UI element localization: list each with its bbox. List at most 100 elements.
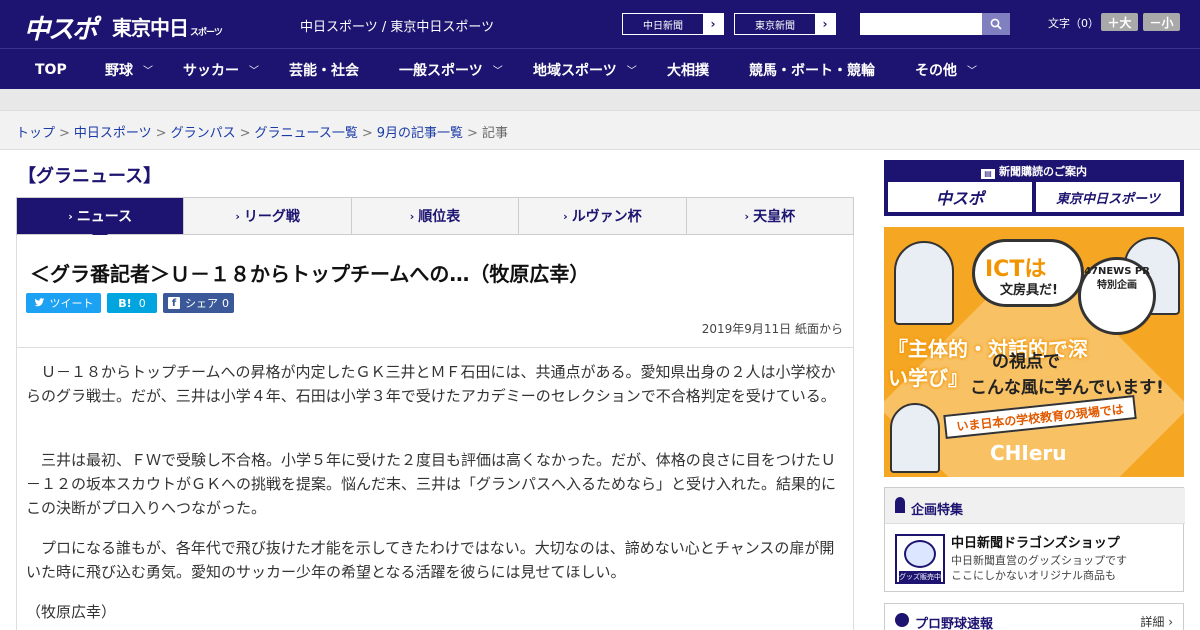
baseball-details-link[interactable]: 詳細 › [1140,613,1173,630]
chevron-right-icon: › [703,14,723,34]
subscription-title: ▤ 新聞購読のご案内 [884,163,1184,179]
site-links[interactable]: 中日スポーツ / 東京中日スポーツ [300,16,494,35]
twitter-icon [34,298,44,307]
ribbon-icon [895,497,905,513]
subscription-title-text: 新聞購読のご案内 [999,165,1087,178]
nav-item-soccer[interactable]: サッカー ﹀ [183,49,259,90]
tokyo-logo-sub: スポーツ [190,28,223,38]
font-smaller-button[interactable]: －小 [1143,13,1180,31]
chevron-down-icon: ﹀ [492,66,503,77]
tokyo-chunichi-logo[interactable]: 東京中日 スポーツ [112,12,223,41]
hatena-bookmark-icon: B! [118,296,132,310]
facebook-count: 0 [222,296,229,310]
breadcrumb-link-grampus[interactable]: グランパス [171,126,236,141]
article-title: ＜グラ番記者＞Ｕ－１８からトップチームへの…（牧原広幸） [30,262,590,286]
tokyo-shimbun-label: 東京新聞 [755,20,795,32]
teacher-illustration [890,403,940,473]
breadcrumb-link-top[interactable]: トップ [16,126,55,141]
breadcrumb: トップ > 中日スポーツ > グランパス > グラニュース一覧 >9月の記事一覧 > 記事 [16,122,508,141]
breadcrumb-link-chuspo[interactable]: 中日スポーツ [74,126,152,141]
dragons-shop-thumbnail[interactable]: グッズ販売中 [895,534,945,584]
tab-standings[interactable]: › 順位表 [352,198,520,234]
subscribe-chuspo-button[interactable]: 中スポ [888,182,1032,212]
breadcrumb-separator: > [467,126,478,141]
tokyo-shimbun-button[interactable]: 東京新聞 › [734,13,836,35]
facebook-icon: f [168,297,180,309]
main-nav: TOP 野球 ﹀ サッカー ﹀ 芸能・社会 一般スポーツ ﹀ 地域スポーツ ﹀ 大相撲 … [0,48,1200,89]
nav-label: 競馬・ボート・競輪 [749,62,875,79]
hatena-count: 0 [138,296,146,310]
tweet-label: ツイート [49,297,94,310]
feature-title: 企画特集 [911,503,964,518]
chevron-down-icon: ﹀ [143,66,153,77]
nav-label: 一般スポーツ [399,62,483,79]
nav-item-entertainment[interactable]: 芸能・社会 [289,49,359,90]
nav-item-others[interactable]: その他 ﹀ [915,49,977,90]
feature-header: 企画特集 [885,488,1185,524]
chevron-right-icon: › [563,209,568,223]
search-input[interactable] [860,13,982,35]
baseball-icon [895,613,909,627]
breadcrumb-separator: > [239,126,251,141]
baseball-score-box: プロ野球速報 詳細 › [884,603,1184,630]
ad-strip [0,89,1200,111]
breadcrumb-link-news-list[interactable]: グラニュース一覧 [255,126,358,141]
subscribe-tokyo-button[interactable]: 東京中日スポーツ [1036,182,1180,212]
tweet-button[interactable]: ツイート [26,293,101,313]
article-date: 2019年9月11日 紙面から [701,322,843,336]
nav-label: 地域スポーツ [533,62,617,79]
tab-emperors-cup[interactable]: › 天皇杯 [687,198,853,234]
breadcrumb-separator: > [155,126,167,141]
tab-label: ルヴァン杯 [571,209,642,225]
tab-levain-cup[interactable]: › ルヴァン杯 [519,198,687,234]
hatena-bookmark-button[interactable]: B! 0 [107,293,157,313]
nav-label: その他 [915,62,957,79]
nav-label: 大相撲 [667,62,709,79]
nav-item-general-sports[interactable]: 一般スポーツ ﹀ [399,49,503,90]
promo-47news-text: 47NEWS PR 特別企画 [1084,266,1150,291]
chevron-right-icon: › [68,209,73,223]
article-paragraph: 三井は最初、ＦＷで受験し不合格。小学５年に受けた２度目も評価は高くなかった。だが… [26,451,837,517]
tab-league[interactable]: › リーグ戦 [184,198,352,234]
promo-ict-subtext: 文房具だ! [1000,283,1058,298]
breadcrumb-separator: > [59,126,70,141]
nav-label: TOP [35,61,67,78]
article-paragraph: プロになる誰もが、各年代で飛び抜けた才能を示してきたわけではない。大切なのは、諦… [26,539,835,581]
promo-subline-2: こんな風に学んでいます! [970,378,1164,398]
dragons-shop-description: 中日新聞直営のグッズショップです ここにしかないオリジナル商品も [951,553,1127,583]
search-button[interactable] [982,13,1010,35]
chuspo-logo[interactable]: 中スポ [24,9,98,46]
article-paragraph: Ｕ－１８からトップチームへの昇格が内定したＧＫ三井とＭＦ石田には、共通点がある。… [26,363,836,405]
breadcrumb-link-september[interactable]: 9月の記事一覧 [377,126,463,141]
search-icon [990,18,1002,30]
doala-mascot-icon [904,540,936,568]
news-tabs: › ニュース › リーグ戦 › 順位表 › ルヴァン杯 › 天皇杯 [16,197,854,242]
chunichi-shimbun-button[interactable]: 中日新聞 › [622,13,724,35]
nav-item-baseball[interactable]: 野球 ﹀ [105,49,153,90]
student-illustration [894,241,954,325]
tab-label: リーグ戦 [243,209,300,225]
chevron-down-icon: ﹀ [626,66,637,77]
facebook-share-button[interactable]: f シェア 0 [163,293,234,313]
chevron-down-icon: ﹀ [249,66,259,77]
chevron-down-icon: ﹀ [967,66,977,77]
promo-banner[interactable]: ICTは 文房具だ! 47NEWS PR 特別企画 『主体的・対話的で深い学び』… [884,227,1184,477]
chevron-right-icon: › [235,209,240,223]
nav-item-racing[interactable]: 競馬・ボート・競輪 [749,49,875,90]
tab-label: ニュース [76,209,133,225]
breadcrumb-current: 記事 [481,126,508,141]
font-larger-button[interactable]: ＋大 [1101,13,1138,31]
nav-item-top[interactable]: TOP [35,49,67,90]
chevron-right-icon: › [815,14,835,34]
facebook-share-label: シェア [185,297,218,310]
tab-news[interactable]: › ニュース [17,198,185,242]
nav-label: 野球 [105,62,133,79]
promo-brand-logo: CHIeru [990,441,1067,465]
nav-label: 芸能・社会 [289,62,359,79]
nav-item-local-sports[interactable]: 地域スポーツ ﹀ [533,49,637,90]
chevron-right-icon: › [409,209,415,223]
dragons-shop-link[interactable]: 中日新聞ドラゴンズショップ [951,532,1120,551]
shop-desc-line: 中日新聞直営のグッズショップです [951,554,1127,567]
nav-item-sumo[interactable]: 大相撲 [667,49,709,90]
chunichi-shimbun-label: 中日新聞 [643,20,683,32]
